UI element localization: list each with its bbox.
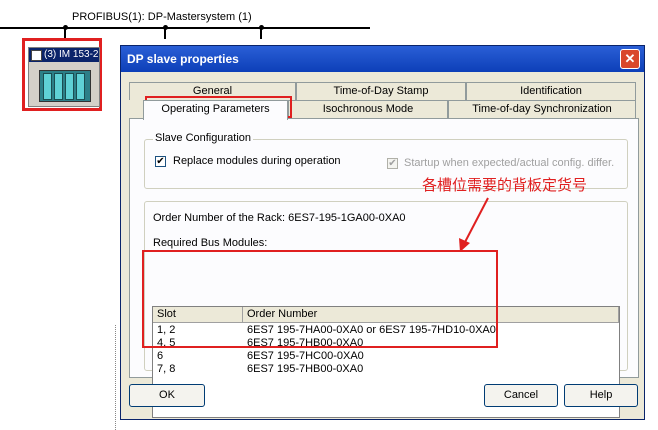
station-im153[interactable]: (3) IM 153-2 bbox=[28, 47, 100, 107]
bus-connector bbox=[164, 27, 166, 39]
rack-order-label: Order Number of the Rack: bbox=[153, 212, 286, 224]
profibus-bus-label: PROFIBUS(1): DP-Mastersystem (1) bbox=[72, 11, 252, 23]
startup-config-differ-checkbox[interactable]: ✔ bbox=[387, 158, 398, 169]
station-label: (3) IM 153-2 bbox=[44, 49, 99, 60]
station-module-icon bbox=[31, 50, 42, 61]
close-button[interactable]: ✕ bbox=[620, 49, 640, 69]
replace-modules-checkbox[interactable]: ✔ bbox=[155, 156, 166, 167]
required-bus-modules-label: Required Bus Modules: bbox=[153, 237, 268, 249]
annotation-callout: 各槽位需要的背板定货号 bbox=[422, 177, 588, 194]
order-number-cell: 6ES7 195-7HB00-0XA0 bbox=[247, 337, 364, 349]
table-row[interactable]: 7, 8 6ES7 195-7HB00-0XA0 bbox=[153, 363, 619, 376]
dp-slave-properties-dialog: DP slave properties ✕ General Time-of-Da… bbox=[120, 45, 645, 420]
order-number-cell: 6ES7 195-7HB00-0XA0 bbox=[247, 363, 364, 375]
table-row[interactable]: 4, 5 6ES7 195-7HB00-0XA0 bbox=[153, 337, 619, 350]
profibus-bus-line bbox=[0, 27, 370, 29]
table-row[interactable]: 6 6ES7 195-7HC00-0XA0 bbox=[153, 350, 619, 363]
slot-cell: 4, 5 bbox=[157, 337, 176, 349]
rack-order-number-text: Order Number of the Rack: 6ES7-195-1GA00… bbox=[153, 212, 406, 224]
table-row[interactable]: 1, 2 6ES7 195-7HA00-0XA0 or 6ES7 195-7HD… bbox=[153, 324, 619, 337]
slot-cell: 1, 2 bbox=[157, 324, 176, 336]
slot-cell: 6 bbox=[157, 350, 164, 362]
bus-connector bbox=[260, 27, 262, 39]
tab-time-of-day-stamp[interactable]: Time-of-Day Stamp bbox=[296, 82, 466, 100]
tab-isochronous-mode[interactable]: Isochronous Mode bbox=[288, 100, 448, 118]
rack-icon bbox=[39, 70, 91, 102]
column-header-slot[interactable]: Slot bbox=[153, 307, 243, 323]
tab-general[interactable]: General bbox=[129, 82, 296, 100]
ok-button[interactable]: OK bbox=[129, 384, 205, 407]
dialog-titlebar[interactable]: DP slave properties ✕ bbox=[121, 46, 644, 72]
operating-parameters-panel: Slave Configuration ✔ Replace modules du… bbox=[129, 118, 639, 418]
column-header-order-number[interactable]: Order Number bbox=[243, 307, 619, 323]
station-title: (3) IM 153-2 bbox=[29, 48, 99, 62]
slave-configuration-label: Slave Configuration bbox=[153, 132, 254, 144]
startup-config-differ-label: Startup when expected/actual config. dif… bbox=[404, 157, 615, 169]
order-number-cell: 6ES7 195-7HC00-0XA0 bbox=[247, 350, 364, 362]
cancel-button[interactable]: Cancel bbox=[484, 384, 558, 407]
replace-modules-label: Replace modules during operation bbox=[173, 155, 341, 167]
rack-order-value: 6ES7-195-1GA00-0XA0 bbox=[288, 212, 406, 224]
tab-time-of-day-synchronization[interactable]: Time-of-day Synchronization bbox=[448, 100, 636, 118]
slot-cell: 7, 8 bbox=[157, 363, 176, 375]
help-button[interactable]: Help bbox=[564, 384, 638, 407]
dialog-title: DP slave properties bbox=[127, 52, 239, 66]
order-number-cell: 6ES7 195-7HA00-0XA0 or 6ES7 195-7HD10-0X… bbox=[247, 324, 496, 336]
tab-operating-parameters[interactable]: Operating Parameters bbox=[143, 100, 288, 120]
tab-identification[interactable]: Identification bbox=[466, 82, 636, 100]
